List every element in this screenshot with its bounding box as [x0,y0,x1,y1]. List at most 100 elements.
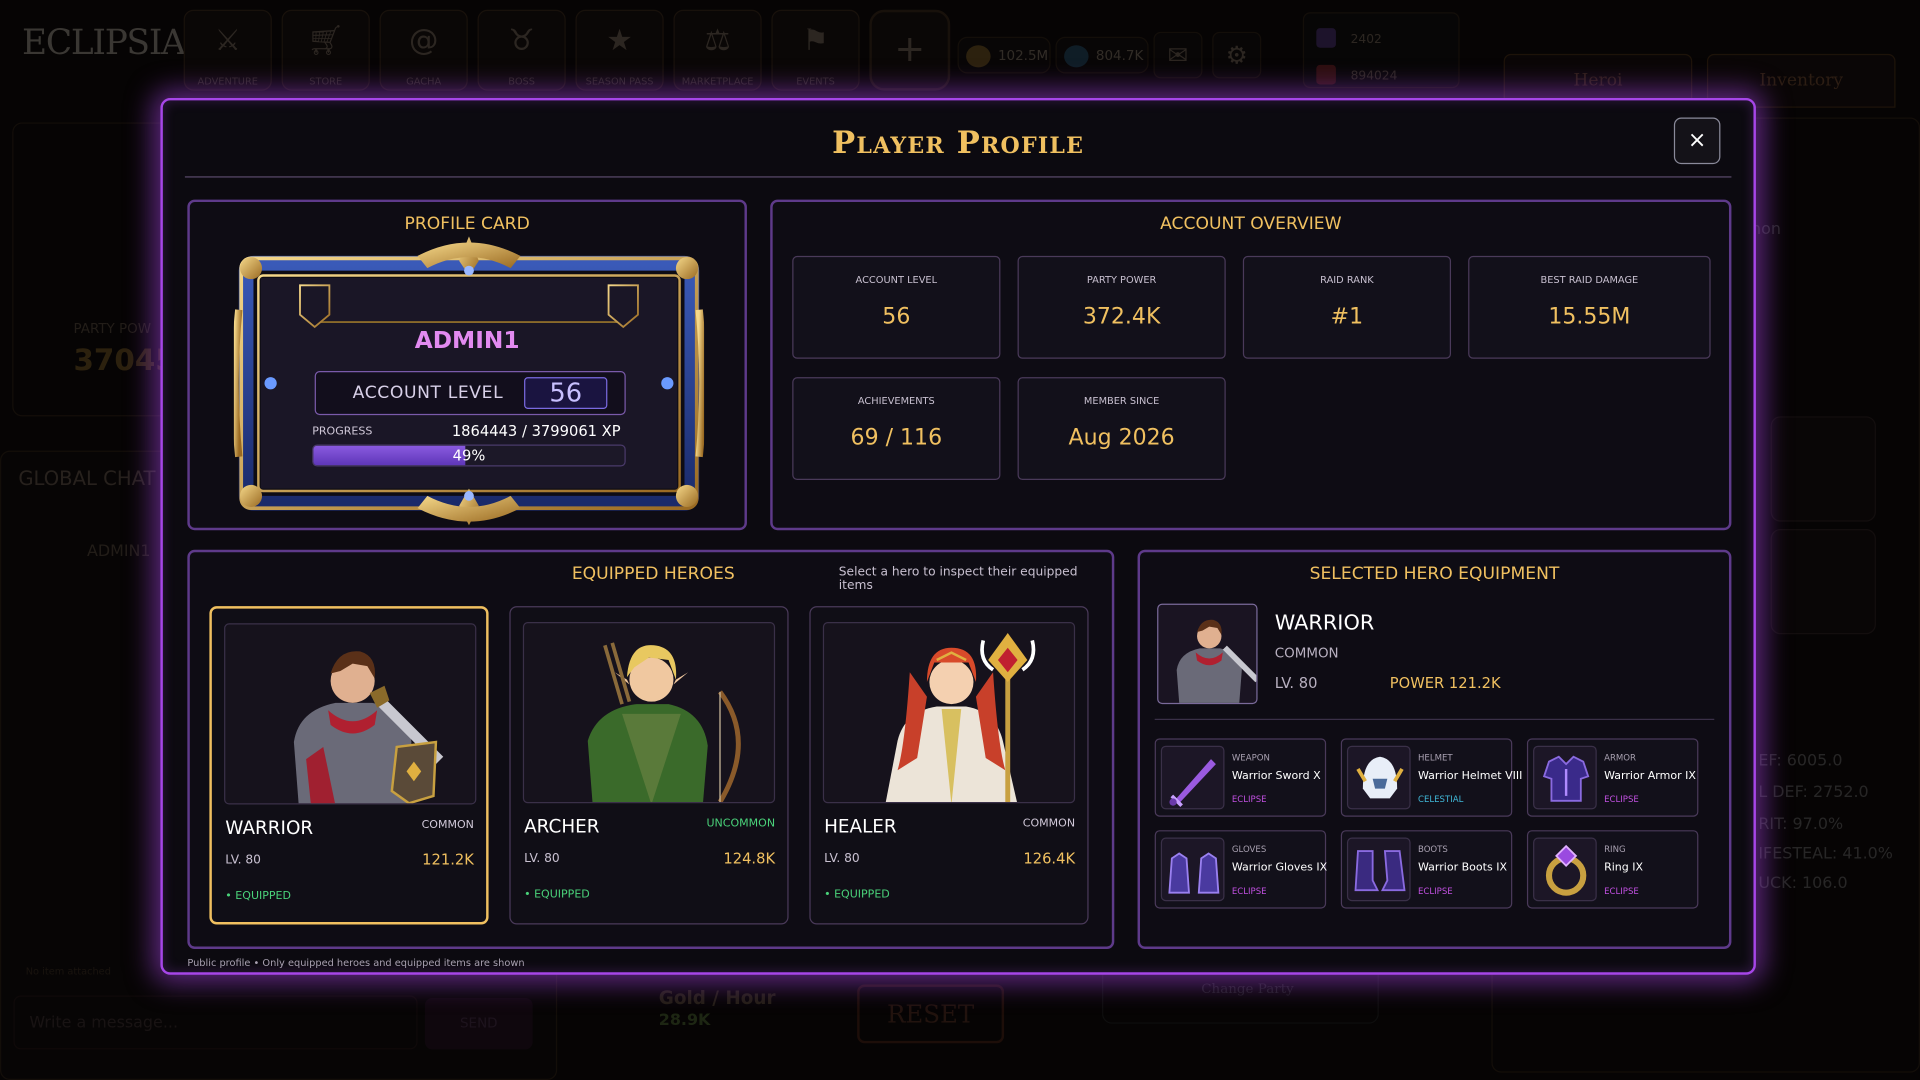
item-name: Warrior Boots IX [1417,862,1508,875]
equipped-heroes-title: EQUIPPED HEROES [571,564,735,585]
modal-title: Player Profile [832,124,1085,161]
item-name: Warrior Armor IX [1604,770,1696,783]
stat-value: 15.55M [1548,303,1631,330]
equip-slot-armor[interactable]: ARMOR Warrior Armor IX ECLIPSE [1526,738,1699,817]
selected-hero-name: WARRIOR [1274,611,1375,636]
progress-label: PROGRESS [312,426,373,439]
stat-value: 69 / 116 [850,424,943,451]
healer-portrait [822,622,1076,804]
item-slot-label: RING [1604,844,1626,855]
hero-power: 121.2K [422,851,474,869]
warrior-figure [293,651,444,804]
item-slot-label: HELMET [1417,753,1453,763]
stat-value: 56 [882,303,911,330]
hero-rarity: COMMON [421,819,474,832]
hero-power: 126.4K [1023,849,1076,867]
game-screen: ECLIPSIA ⚔ ADVENTURE 🛒︎ STORE @ GACHA ♉ BOSS… [0,0,1920,1080]
item-rarity: ECLIPSE [1231,886,1267,897]
equip-slot-boots[interactable]: BOOTS Warrior Boots IX ECLIPSE [1340,830,1513,909]
item-slot-label: BOOTS [1417,844,1448,855]
hero-name: HEALER [824,815,897,838]
selected-hero-power: POWER 121.2K [1389,674,1501,692]
stat-value: 372.4K [1082,303,1161,330]
stat-label: BEST RAID DAMAGE [1540,274,1639,286]
title-divider [184,176,1732,178]
account-level-value: 56 [524,377,608,409]
stat-achievements: ACHIEVEMENTS 69 / 116 [792,377,1001,481]
hero-equipped-status: • EQUIPPED [524,888,590,902]
item-name: Ring IX [1604,862,1644,875]
selected-hero-portrait [1157,603,1258,705]
armor-icon [1533,745,1597,810]
warrior-portrait [224,623,477,805]
close-button[interactable]: × [1673,117,1721,165]
hero-name: WARRIOR [225,816,314,839]
item-name: Warrior Sword X [1231,770,1321,783]
player-name: ADMIN1 [414,326,520,354]
item-rarity: ECLIPSE [1604,794,1639,805]
stat-label: RAID RANK [1320,274,1374,286]
equipment-divider [1154,718,1715,721]
item-rarity: ECLIPSE [1417,886,1453,897]
progress-xp: 1864443 / 3799061 XP [451,422,621,440]
xp-progress-percent: 49% [452,446,486,465]
healer-figure [885,633,1036,803]
item-slot-label: WEAPON [1231,753,1270,763]
selected-hero-equipment-title: SELECTED HERO EQUIPMENT [1309,564,1560,585]
stat-label: ACHIEVEMENTS [857,395,935,407]
stat-member-since: MEMBER SINCE Aug 2026 [1017,377,1226,481]
hero-name: ARCHER [524,815,600,838]
stat-label: ACCOUNT LEVEL [855,274,938,286]
account-level-box: ACCOUNT LEVEL 56 [314,371,626,416]
player-profile-modal: Player Profile × PROFILE CARD ADMIN1 ACC… [160,97,1756,975]
gloves-icon [1160,837,1225,902]
hero-card-healer[interactable]: HEALER COMMON LV. 80 126.4K • EQUIPPED [809,606,1089,925]
item-name: Warrior Gloves IX [1231,862,1328,875]
archer-portrait [522,622,776,804]
account-overview-panel: ACCOUNT OVERVIEW ACCOUNT LEVEL 56 PARTY P… [770,199,1732,531]
item-slot-label: ARMOR [1604,753,1637,763]
archer-figure [587,642,741,803]
item-rarity: ECLIPSE [1231,794,1267,805]
hero-level: LV. 80 [524,852,560,866]
selected-hero-equipment-panel: SELECTED HERO EQUIPMENT WARRIOR COMMON L… [1137,549,1732,949]
selected-hero-level: LV. 80 [1274,674,1318,692]
equip-slot-helmet[interactable]: HELMET Warrior Helmet VIII CELESTIAL [1340,738,1522,817]
item-slot-label: GLOVES [1231,844,1267,855]
stat-best-raid-damage: BEST RAID DAMAGE 15.55M [1468,255,1711,359]
warrior-mini-figure [1176,619,1257,703]
stat-label: PARTY POWER [1086,274,1157,286]
item-rarity: ECLIPSE [1604,886,1639,897]
stat-value: #1 [1330,303,1364,330]
stat-account-level: ACCOUNT LEVEL 56 [792,255,1001,359]
equip-slot-ring[interactable]: RING Ring IX ECLIPSE [1526,830,1699,909]
hero-level: LV. 80 [824,852,860,866]
hero-equipped-status: • EQUIPPED [824,888,890,902]
hero-rarity: COMMON [1022,817,1076,831]
hero-level: LV. 80 [225,853,261,867]
account-overview-title: ACCOUNT OVERVIEW [1160,214,1342,234]
sword-icon [1160,745,1225,810]
equip-slot-weapon[interactable]: WEAPON Warrior Sword X ECLIPSE [1154,738,1327,817]
public-profile-note: Public profile • Only equipped heroes an… [187,957,525,969]
selected-hero-rarity: COMMON [1274,645,1339,662]
profile-card-panel: PROFILE CARD ADMIN1 ACCOUNT LEVEL 56 PRO… [187,199,747,531]
equip-slot-gloves[interactable]: GLOVES Warrior Gloves IX ECLIPSE [1154,830,1328,909]
item-rarity: CELESTIAL [1417,794,1464,805]
hero-card-archer[interactable]: ARCHER UNCOMMON LV. 80 124.8K • EQUIPPED [509,606,789,925]
hero-power: 124.8K [723,849,776,867]
helmet-icon [1346,745,1411,810]
stat-raid-rank: RAID RANK #1 [1242,255,1452,359]
ring-icon [1533,837,1597,902]
equipped-heroes-hint: Select a hero to inspect their equipped … [838,565,1078,593]
profile-card-title: PROFILE CARD [404,214,530,234]
hero-equipped-status: • EQUIPPED [225,890,292,903]
stat-value: Aug 2026 [1068,424,1175,451]
xp-progress-bar: 49% [312,444,626,467]
equipped-heroes-panel: EQUIPPED HEROES Select a hero to inspect… [187,549,1115,949]
boots-icon [1346,837,1411,902]
stat-party-power: PARTY POWER 372.4K [1017,255,1226,359]
hero-rarity: UNCOMMON [706,817,776,831]
stat-label: MEMBER SINCE [1083,395,1160,407]
hero-card-warrior[interactable]: WARRIOR COMMON LV. 80 121.2K • EQUIPPED [209,606,489,925]
